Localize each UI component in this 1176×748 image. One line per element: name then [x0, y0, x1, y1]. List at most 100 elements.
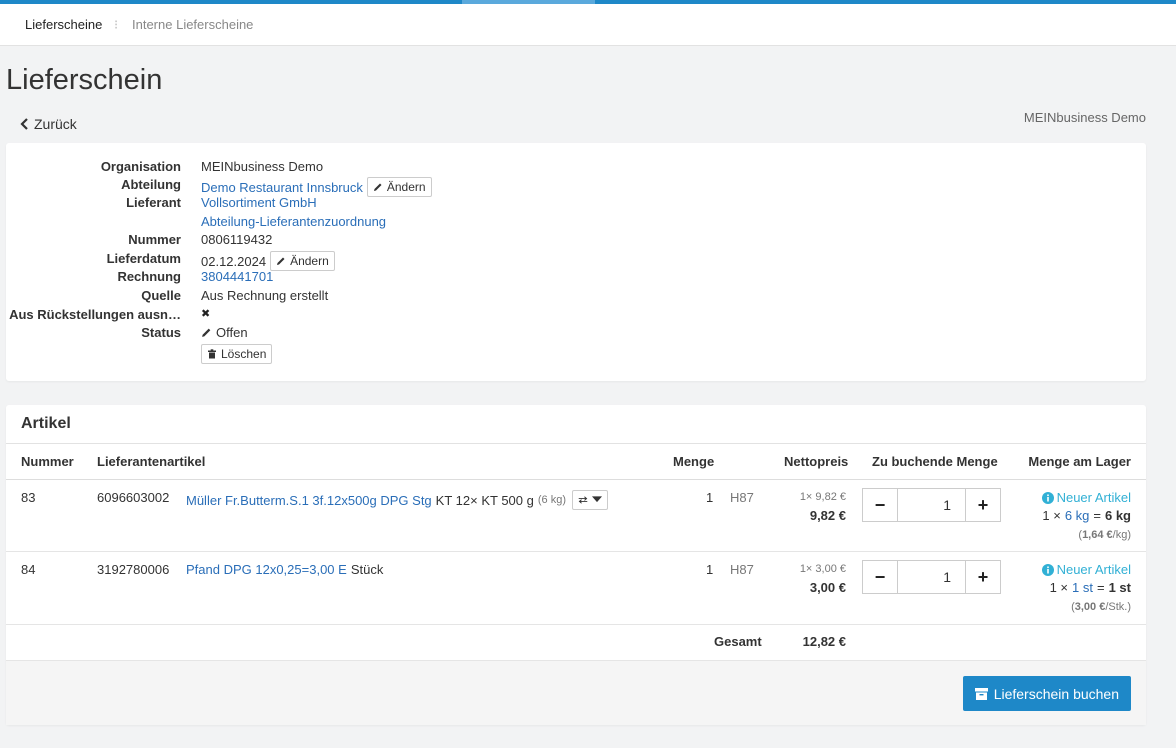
caret-down-icon — [591, 496, 602, 503]
lager-equals: = — [1093, 508, 1101, 523]
pencil-icon — [202, 328, 211, 337]
row-price-detail: 1× 3,00 € — [799, 563, 846, 575]
decrement-button[interactable]: − — [862, 560, 898, 594]
article-description: KT 12× KT 500 g — [435, 492, 534, 508]
quantity-stepper: − 1 + — [862, 560, 1001, 594]
tab-interne-lieferscheine[interactable]: Interne Lieferscheine — [132, 17, 253, 32]
book-delivery-label: Lieferschein buchen — [993, 685, 1119, 702]
decrement-button[interactable]: − — [862, 488, 898, 522]
lager-unit-link[interactable]: 1 st — [1072, 580, 1093, 595]
header-nettopreis: Nettopreis — [784, 454, 849, 469]
quelle-label: Quelle — [141, 288, 181, 303]
row-qty: 1 — [706, 490, 714, 505]
header-lieferantenartikel: Lieferantenartikel — [97, 454, 206, 469]
articles-title: Artikel — [21, 415, 71, 432]
lager-unit-link[interactable]: 6 kg — [1065, 508, 1090, 523]
header-menge: Menge — [673, 454, 715, 469]
times-icon: ✖ — [201, 308, 211, 320]
divider — [6, 624, 1146, 625]
status-value: Offen — [216, 325, 248, 340]
table-row: 83 6096603002 Müller Fr.Butterm.S.1 3f.1… — [6, 480, 1146, 552]
lager-prefix: 1 × — [1049, 580, 1069, 595]
row-price: 9,82 € — [809, 508, 846, 523]
edit-label: Ändern — [386, 180, 426, 194]
unit-price-unit: /Stk.) — [1105, 601, 1131, 613]
delivery-details-panel: Organisation MEINbusiness Demo Abteilung … — [6, 143, 1146, 381]
lager-equals: = — [1097, 580, 1105, 595]
increment-button[interactable]: + — [965, 488, 1001, 522]
row-nummer: 83 — [21, 490, 36, 505]
unit-price-value: 3,00 € — [1074, 601, 1106, 613]
status-label: Status — [141, 325, 181, 340]
lieferant-label: Lieferant — [126, 195, 181, 210]
lager-prefix: 1 × — [1042, 508, 1061, 523]
info-circle-icon — [1041, 563, 1054, 576]
total-label: Gesamt — [714, 634, 762, 649]
row-price-detail: 1× 9,82 € — [799, 491, 846, 503]
organisation-label: Organisation — [100, 159, 181, 174]
article-link[interactable]: Müller Fr.Butterm.S.1 3f.12x500g DPG Stg — [186, 493, 432, 508]
organisation-value: MEINbusiness Demo — [201, 159, 324, 174]
quantity-input[interactable]: 1 — [898, 488, 965, 522]
row-article-number: 6096603002 — [97, 490, 170, 505]
unit-price-value: 1,64 € — [1082, 529, 1113, 541]
delete-label: Löschen — [221, 347, 267, 361]
quantity-stepper: − 1 + — [862, 488, 1001, 522]
exchange-icon — [578, 496, 588, 504]
increment-button[interactable]: + — [965, 560, 1001, 594]
abteilung-link[interactable]: Demo Restaurant Innsbruck — [201, 180, 363, 195]
new-article-label: Neuer Artikel — [1056, 562, 1131, 577]
trash-icon — [208, 349, 216, 359]
chevron-left-icon — [20, 118, 28, 130]
sub-navigation: Lieferscheine ⁝ Interne Lieferscheine — [0, 4, 1176, 46]
article-description: Stück — [350, 562, 384, 577]
edit-abteilung-button[interactable]: Ändern — [366, 177, 432, 197]
divider — [6, 443, 1146, 444]
book-delivery-button[interactable]: Lieferschein buchen — [962, 676, 1131, 711]
row-price: 3,00 € — [809, 580, 846, 595]
nav-separator: ⁝ — [114, 17, 119, 32]
nummer-label: Nummer — [128, 232, 181, 247]
back-link[interactable]: Zurück — [20, 116, 77, 132]
unit-price-unit: /kg) — [1112, 529, 1131, 541]
row-nummer: 84 — [21, 562, 36, 577]
article-link[interactable]: Pfand DPG 12x0,25=3,00 E — [186, 562, 347, 577]
lieferdatum-label: Lieferdatum — [106, 251, 181, 266]
row-unit-code: H87 — [730, 562, 754, 577]
quelle-value: Aus Rechnung erstellt — [201, 288, 329, 303]
new-article-link[interactable]: Neuer Artikel — [1041, 562, 1131, 577]
delete-button[interactable]: Löschen — [201, 344, 273, 364]
back-label: Zurück — [34, 116, 77, 132]
archive-icon — [974, 687, 988, 700]
header-zu-buchende-menge: Zu buchende Menge — [872, 454, 998, 469]
rueckstellungen-label: Aus Rückstellungen ausn… — [9, 307, 181, 322]
zuordnung-link[interactable]: Abteilung-Lieferantenzuordnung — [201, 214, 386, 229]
tab-lieferscheine[interactable]: Lieferscheine — [25, 17, 102, 32]
header-nummer: Nummer — [21, 454, 74, 469]
pencil-icon — [277, 257, 285, 265]
row-qty: 1 — [706, 562, 714, 577]
new-article-link[interactable]: Neuer Artikel — [1041, 490, 1131, 505]
lager-result: 1 st — [1108, 580, 1131, 595]
pencil-icon — [373, 183, 382, 191]
swap-dropdown-button[interactable] — [571, 490, 608, 510]
lager-result: 6 kg — [1104, 508, 1131, 523]
info-circle-icon — [1041, 491, 1054, 504]
rechnung-label: Rechnung — [117, 269, 181, 284]
page-title: Lieferschein — [6, 64, 163, 96]
table-row: 84 3192780006 Pfand DPG 12x0,25=3,00 E S… — [6, 552, 1146, 624]
quantity-input[interactable]: 1 — [898, 560, 965, 594]
rechnung-link[interactable]: 3804441701 — [201, 269, 273, 284]
lieferant-link[interactable]: Vollsortiment GmbH — [201, 195, 317, 210]
edit-lieferdatum-button[interactable]: Ändern — [270, 251, 335, 271]
articles-footer: Lieferschein buchen — [6, 660, 1146, 725]
abteilung-label: Abteilung — [121, 177, 181, 192]
articles-panel: Artikel Nummer Lieferantenartikel Menge … — [6, 405, 1146, 725]
edit-label: Ändern — [290, 254, 329, 268]
row-article-number: 3192780006 — [97, 562, 170, 577]
total-value: 12,82 € — [802, 634, 846, 649]
row-unit-code: H87 — [730, 490, 754, 505]
organisation-name: MEINbusiness Demo — [1023, 110, 1146, 125]
nummer-value: 0806119432 — [201, 232, 273, 247]
header-menge-am-lager: Menge am Lager — [1028, 454, 1131, 469]
